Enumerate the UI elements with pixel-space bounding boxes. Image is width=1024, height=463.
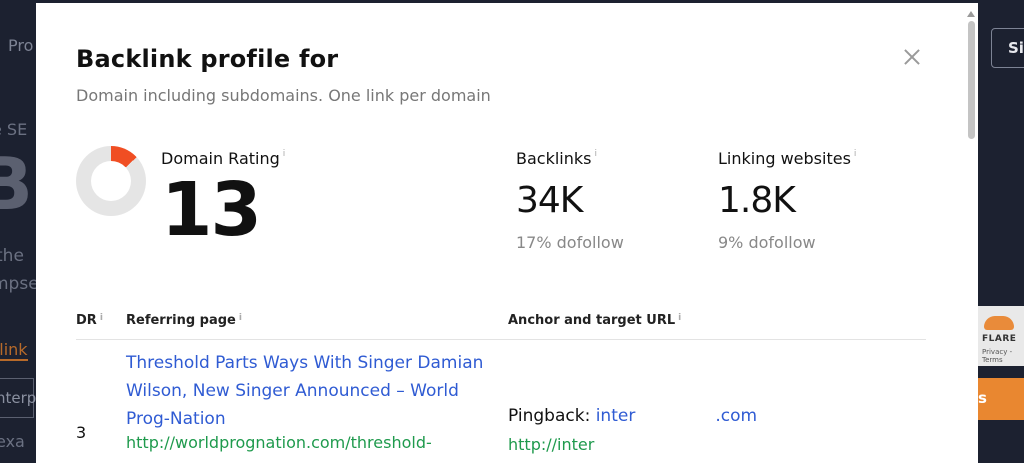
domain-rating-donut-chart bbox=[76, 146, 146, 216]
info-icon[interactable]: i bbox=[594, 149, 597, 159]
linking-websites-label: Linking websites bbox=[718, 149, 851, 168]
domain-rating-label-row: Domain Rating i bbox=[161, 149, 285, 168]
bg-text-line: mpse bbox=[0, 274, 39, 294]
column-header-label: Referring page bbox=[126, 313, 236, 328]
column-header-label: DR bbox=[76, 313, 97, 328]
target-url-link[interactable]: http://inter bbox=[508, 435, 594, 454]
info-icon[interactable]: i bbox=[854, 149, 857, 159]
backlink-modal: Backlink profile for Domain including su… bbox=[36, 3, 978, 463]
linking-websites-dofollow: 9% dofollow bbox=[718, 233, 816, 252]
cloudflare-terms: Privacy - Terms bbox=[982, 348, 1013, 364]
bg-input-value: nterp bbox=[0, 389, 37, 407]
backlinks-label-row: Backlinks i bbox=[516, 149, 597, 168]
linking-websites-value: 1.8K bbox=[718, 180, 796, 221]
backlinks-dofollow: 17% dofollow bbox=[516, 233, 624, 252]
scrollbar-thumb[interactable] bbox=[968, 21, 975, 139]
bg-submit-button: s bbox=[978, 378, 1024, 420]
backlinks-value: 34K bbox=[516, 180, 583, 221]
column-header-dr[interactable]: DR i bbox=[76, 313, 103, 328]
modal-title: Backlink profile for bbox=[76, 45, 339, 73]
referring-page-url-link[interactable]: http://worldprognation.com/threshold- bbox=[126, 433, 432, 452]
domain-rating-value: 13 bbox=[161, 167, 262, 253]
modal-subtitle: Domain including subdomains. One link pe… bbox=[76, 86, 491, 105]
column-header-label: Anchor and target URL bbox=[508, 313, 676, 328]
cloudflare-label: FLARE bbox=[982, 334, 1017, 344]
table-header-divider bbox=[76, 339, 926, 340]
row-dr-value: 3 bbox=[76, 423, 87, 442]
info-icon[interactable]: i bbox=[100, 313, 103, 323]
bg-eyebrow: e SE bbox=[0, 120, 28, 139]
bg-example-text: exa bbox=[0, 432, 25, 451]
bg-tab-link: klink bbox=[0, 340, 28, 361]
info-icon[interactable]: i bbox=[283, 149, 286, 159]
bg-input: nterp bbox=[0, 378, 37, 418]
anchor-text: Pingback: inter .com bbox=[508, 406, 757, 426]
anchor-link-start[interactable]: inter bbox=[596, 406, 636, 426]
cloud-icon bbox=[984, 316, 1014, 330]
bg-text-line: the bbox=[0, 246, 24, 266]
scroll-up-arrow-icon[interactable] bbox=[967, 11, 975, 17]
domain-rating-label: Domain Rating bbox=[161, 149, 280, 168]
bg-signin-label: Si bbox=[1008, 39, 1024, 57]
backlinks-label: Backlinks bbox=[516, 149, 592, 168]
info-icon[interactable]: i bbox=[239, 313, 242, 323]
cloudflare-badge: FLARE Privacy - Terms bbox=[978, 306, 1024, 366]
info-icon[interactable]: i bbox=[678, 313, 681, 323]
donut-hole bbox=[91, 161, 131, 201]
linking-websites-label-row: Linking websites i bbox=[718, 149, 856, 168]
referring-page-title-link[interactable]: Threshold Parts Ways With Singer Damian … bbox=[126, 349, 486, 433]
bg-signin-button: Si bbox=[991, 28, 1024, 68]
column-header-anchor[interactable]: Anchor and target URL i bbox=[508, 313, 681, 328]
close-icon[interactable] bbox=[898, 43, 926, 71]
anchor-link-end[interactable]: .com bbox=[715, 406, 757, 426]
bg-nav-item: Pro bbox=[8, 36, 34, 55]
anchor-prefix: Pingback: bbox=[508, 406, 591, 426]
column-header-referring-page[interactable]: Referring page i bbox=[126, 313, 242, 328]
bg-submit-label: s bbox=[978, 389, 987, 407]
